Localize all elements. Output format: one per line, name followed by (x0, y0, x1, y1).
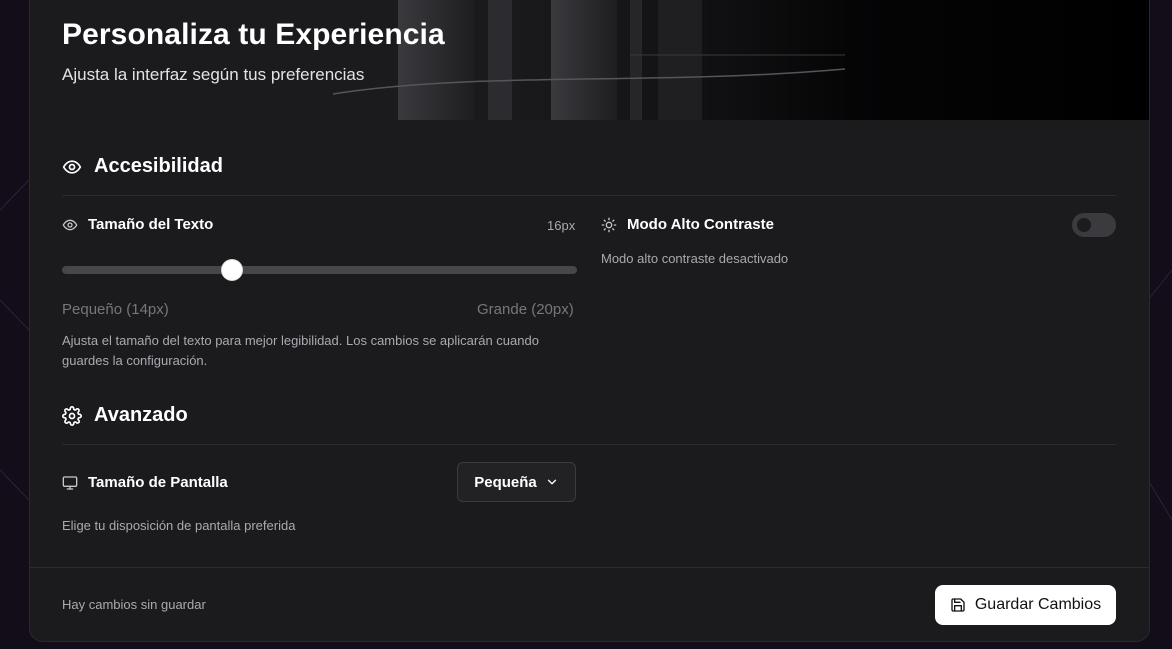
unsaved-status: Hay cambios sin guardar (62, 597, 206, 612)
chevron-down-icon (545, 475, 559, 489)
section-accessibility: Accesibilidad (62, 155, 223, 178)
high-contrast-status: Modo alto contraste desactivado (601, 251, 789, 266)
hero-banner: Personaliza tu Experiencia Ajusta la int… (30, 0, 1149, 120)
sun-icon (601, 217, 617, 233)
page-subtitle: Ajusta la interfaz según tus preferencia… (62, 65, 365, 84)
text-size-slider[interactable] (62, 260, 577, 280)
monitor-icon (62, 475, 78, 491)
page-title: Personaliza tu Experiencia (62, 18, 445, 51)
save-button[interactable]: Guardar Cambios (935, 585, 1116, 625)
save-icon (950, 597, 966, 613)
eye-icon (62, 217, 78, 233)
screen-size-select[interactable]: Pequeña (457, 462, 576, 502)
slider-max-label: Grande (20px) (477, 301, 574, 318)
text-size-value: 16px (547, 218, 576, 233)
divider (62, 444, 1116, 445)
divider (62, 195, 1116, 196)
gear-icon (62, 405, 82, 426)
high-contrast-toggle[interactable] (1072, 213, 1116, 237)
save-button-label: Guardar Cambios (974, 596, 1102, 613)
footer-divider (30, 567, 1149, 568)
high-contrast-title: Modo Alto Contraste (627, 216, 774, 233)
text-size-label: Tamaño del Texto (62, 216, 213, 233)
screen-size-title: Tamaño de Pantalla (88, 474, 228, 491)
section-advanced: Avanzado (62, 404, 188, 427)
text-size-help: Ajusta el tamaño del texto para mejor le… (62, 333, 539, 368)
eye-icon (62, 157, 82, 177)
text-size-title: Tamaño del Texto (88, 216, 214, 233)
high-contrast-label: Modo Alto Contraste (601, 216, 774, 233)
section-advanced-title: Avanzado (94, 404, 188, 426)
screen-size-label: Tamaño de Pantalla (62, 474, 228, 491)
slider-thumb[interactable] (221, 260, 242, 280)
toggle-knob (1077, 218, 1091, 232)
settings-card: Personaliza tu Experiencia Ajusta la int… (29, 0, 1150, 642)
section-accessibility-title: Accesibilidad (94, 155, 223, 177)
screen-size-selected: Pequeña (474, 473, 537, 491)
screen-size-help: Elige tu disposición de pantalla preferi… (62, 518, 296, 533)
slider-min-label: Pequeño (14px) (62, 301, 169, 318)
